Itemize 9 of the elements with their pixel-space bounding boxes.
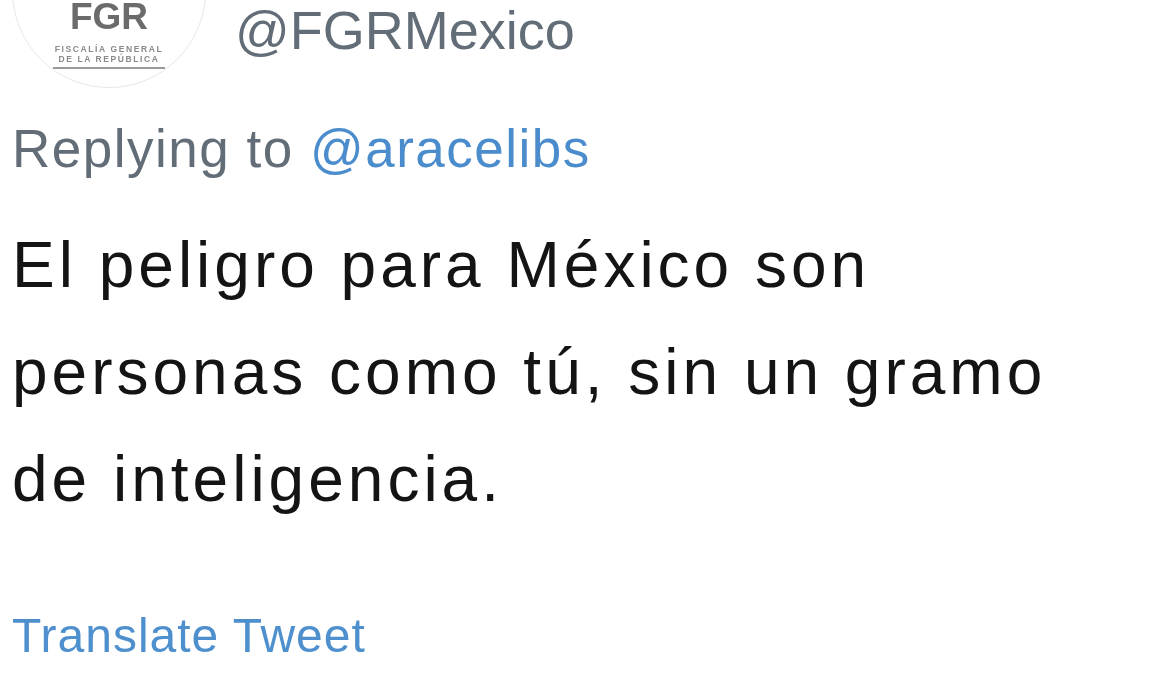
logo-subtitle: DE LA REPÚBLICA: [58, 54, 160, 64]
logo-title: FGR: [69, 2, 149, 32]
reply-context: Replying to @aracelibs: [12, 119, 592, 179]
mention-link[interactable]: @aracelibs: [309, 119, 591, 178]
tweet-text: El peligro para México son personas como tú, sin un gramo de inteligencia.: [12, 228, 1048, 517]
user-handle[interactable]: @FGRMexico: [235, 0, 575, 60]
logo-subtitle: FISCALÍA GENERAL: [54, 44, 164, 54]
avatar[interactable]: FGR FISCALÍA GENERAL DE LA REPÚBLICA: [12, 0, 206, 88]
translate-link[interactable]: Translate Tweet: [12, 608, 366, 664]
